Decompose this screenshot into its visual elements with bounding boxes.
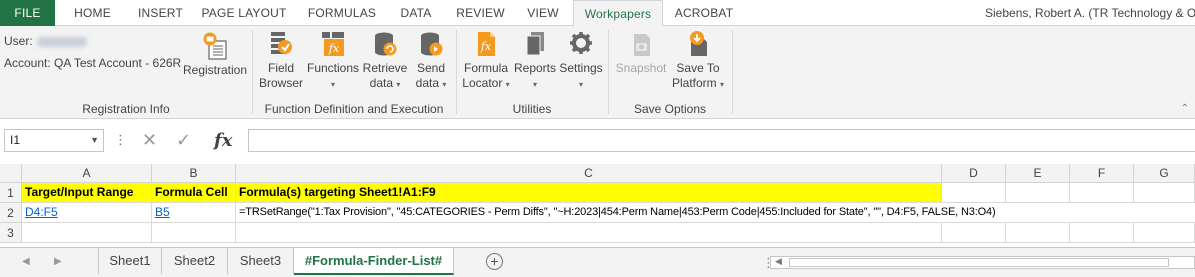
cell-g3[interactable]: [1134, 223, 1195, 243]
column-header-d[interactable]: D: [942, 164, 1006, 183]
cell-e3[interactable]: [1006, 223, 1070, 243]
select-all-corner[interactable]: [0, 164, 22, 183]
cell-b2-link[interactable]: B5: [152, 203, 236, 223]
group-label-function-definition: Function Definition and Execution: [264, 102, 444, 116]
cell-c2-formula-text[interactable]: =TRSetRange("1:Tax Provision", "45:CATEG…: [236, 203, 1195, 223]
reports-button[interactable]: Reports ▾: [512, 30, 558, 92]
column-header-f[interactable]: F: [1070, 164, 1134, 183]
cell-f1[interactable]: [1070, 183, 1134, 203]
group-label-save-options: Save Options: [633, 102, 707, 116]
group-separator: [732, 30, 733, 114]
tab-home[interactable]: HOME: [60, 0, 125, 26]
column-header-b[interactable]: B: [152, 164, 236, 183]
scroll-sheets-right-icon[interactable]: ▶: [54, 256, 62, 267]
collapse-ribbon-icon[interactable]: ⌃: [1181, 103, 1189, 114]
cell-a1[interactable]: Target/Input Range: [22, 183, 152, 203]
save-to-platform-icon: [690, 31, 707, 56]
cancel-icon[interactable]: ✕: [142, 129, 157, 152]
horizontal-scrollbar[interactable]: ◀: [770, 256, 1195, 269]
cell-b3[interactable]: [152, 223, 236, 243]
scroll-sheets-left-icon[interactable]: ◀: [22, 256, 30, 267]
tab-acrobat[interactable]: ACROBAT: [668, 0, 740, 26]
tab-insert[interactable]: INSERT: [127, 0, 194, 26]
account-info: Account: QA Test Account - 626R: [4, 56, 182, 70]
tab-file[interactable]: FILE: [0, 0, 55, 26]
functions-button[interactable]: fx Functions ▾: [306, 30, 360, 92]
formula-input[interactable]: [248, 129, 1195, 152]
camera-icon: [634, 34, 650, 56]
group-label-utilities: Utilities: [512, 102, 552, 116]
row-header-2[interactable]: 2: [0, 203, 22, 223]
row-header-1[interactable]: 1: [0, 183, 22, 203]
add-sheet-icon[interactable]: +: [486, 253, 503, 270]
cell-f3[interactable]: [1070, 223, 1134, 243]
ribbon-body: User: Account: QA Test Account - 626R Re…: [0, 26, 1195, 119]
signed-in-user[interactable]: Siebens, Robert A. (TR Technology & Op: [985, 0, 1195, 26]
formula-locator-icon: fx: [478, 32, 495, 56]
send-data-button[interactable]: Send data ▾: [410, 30, 452, 92]
user-label: User:: [4, 34, 33, 48]
worksheet-grid: A B C D E F G 1 2 3 Target/Input Range F…: [0, 164, 1195, 247]
settings-button[interactable]: Settings ▾: [558, 30, 604, 92]
formula-locator-button[interactable]: fx Formula Locator ▾: [460, 30, 512, 92]
column-header-c[interactable]: C: [236, 164, 942, 183]
functions-icon: fx: [322, 32, 344, 56]
sheet-tab-sheet3[interactable]: Sheet3: [228, 248, 294, 274]
chevron-down-icon[interactable]: ▼: [90, 130, 99, 151]
tab-data[interactable]: DATA: [390, 0, 442, 26]
ribbon-tab-bar: FILE HOME INSERT PAGE LAYOUT FORMULAS DA…: [0, 0, 1195, 27]
row-header-3[interactable]: 3: [0, 223, 22, 243]
cell-d1[interactable]: [942, 183, 1006, 203]
column-header-e[interactable]: E: [1006, 164, 1070, 183]
registration-button[interactable]: Registration: [182, 32, 248, 78]
sheet-tab-sheet2[interactable]: Sheet2: [162, 248, 228, 274]
group-label-registration: Registration Info: [82, 102, 170, 116]
cell-e1[interactable]: [1006, 183, 1070, 203]
formula-bar: I1 ▼ ⋮ ✕ ✓ fx: [0, 119, 1195, 164]
scrollbar-thumb[interactable]: [789, 258, 1169, 267]
name-box[interactable]: I1 ▼: [4, 129, 104, 152]
svg-text:fx: fx: [328, 42, 340, 55]
cell-c1[interactable]: Formula(s) targeting Sheet1!A1:F9: [236, 183, 942, 203]
reports-icon: [526, 32, 544, 56]
user-info: User:: [4, 34, 87, 48]
cell-d3[interactable]: [942, 223, 1006, 243]
gear-icon: [570, 32, 592, 54]
registration-icon: [203, 32, 227, 60]
retrieve-data-button[interactable]: Retrieve data ▾: [360, 30, 410, 92]
enter-check-icon[interactable]: ✓: [176, 129, 191, 152]
insert-function-icon[interactable]: fx: [214, 129, 232, 152]
cell-b1[interactable]: Formula Cell: [152, 183, 236, 203]
tab-workpapers[interactable]: Workpapers: [573, 0, 663, 27]
cell-g1[interactable]: [1134, 183, 1195, 203]
formula-bar-buttons: ✕ ✓ fx: [132, 129, 244, 152]
field-browser-button[interactable]: Field Browser: [256, 30, 306, 91]
send-data-icon: [421, 32, 443, 56]
cell-c3[interactable]: [236, 223, 942, 243]
snapshot-button[interactable]: Snapshot: [612, 30, 670, 76]
sheet-tab-bar: ◀ ▶ Sheet1 Sheet2 Sheet3 #Formula-Finder…: [0, 247, 1195, 277]
tab-formulas[interactable]: FORMULAS: [298, 0, 386, 26]
field-browser-icon: [271, 32, 292, 54]
tab-review[interactable]: REVIEW: [448, 0, 513, 26]
sheet-tab-sheet1[interactable]: Sheet1: [98, 248, 162, 274]
cell-a3[interactable]: [22, 223, 152, 243]
column-header-g[interactable]: G: [1134, 164, 1195, 183]
formula-bar-grip-icon[interactable]: ⋮: [114, 132, 127, 148]
svg-text:fx: fx: [480, 40, 492, 53]
sheet-tab-formula-finder-list[interactable]: #Formula-Finder-List#: [294, 248, 454, 275]
scroll-left-icon[interactable]: ◀: [775, 256, 782, 267]
cell-a2-link[interactable]: D4:F5: [22, 203, 152, 223]
retrieve-data-icon: [375, 32, 397, 56]
save-to-platform-button[interactable]: Save To Platform ▾: [670, 30, 726, 92]
tab-view[interactable]: VIEW: [518, 0, 568, 26]
tab-page-layout[interactable]: PAGE LAYOUT: [196, 0, 292, 26]
redacted-username: [36, 36, 87, 47]
column-header-a[interactable]: A: [22, 164, 152, 183]
